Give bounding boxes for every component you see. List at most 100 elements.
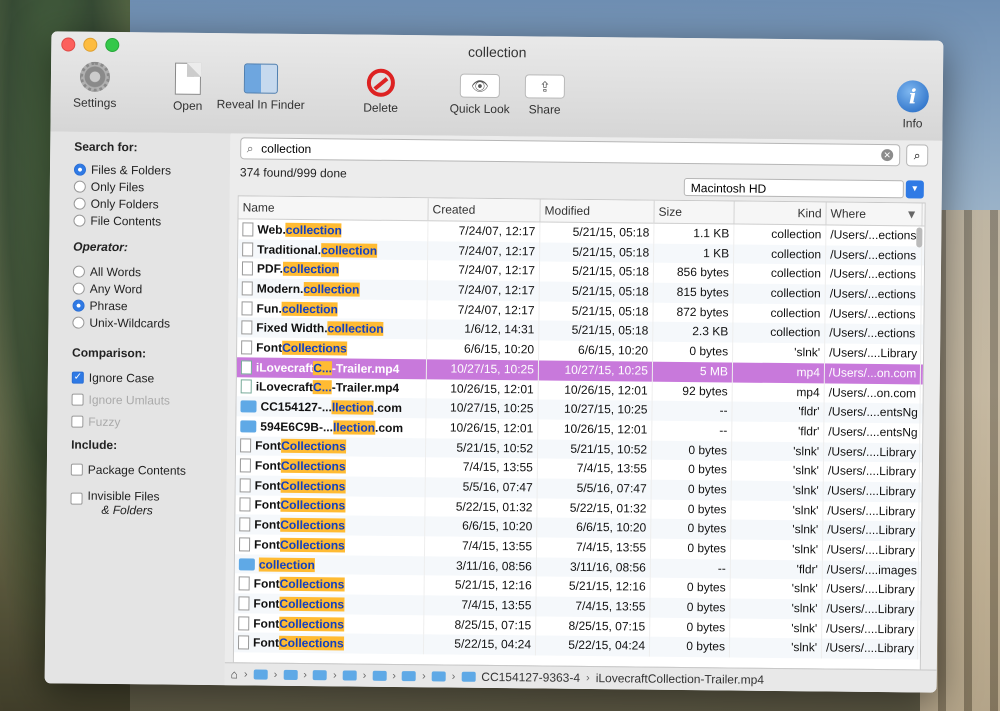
column-where[interactable]: Where ▼ — [826, 202, 923, 226]
search-icon: ⌕ — [913, 148, 921, 163]
radio-only-folders[interactable]: Only Folders — [73, 197, 171, 212]
vertical-scrollbar[interactable] — [916, 227, 923, 248]
cell-size: 0 bytes — [650, 597, 731, 619]
radio-icon — [73, 180, 86, 193]
results-table: Name Created Modified Size Kind Where ▼ … — [232, 195, 926, 671]
cell-created: 8/25/15, 07:15 — [424, 615, 537, 636]
cell-modified: 10/26/15, 12:01 — [538, 379, 653, 401]
cell-modified: 5/21/15, 05:18 — [539, 261, 655, 283]
cell-modified: 6/6/15, 10:20 — [537, 517, 652, 539]
sort-down-icon: ▼ — [905, 207, 918, 222]
folder-icon[interactable] — [312, 670, 328, 681]
column-name[interactable]: Name — [238, 196, 429, 221]
cell-name: collection — [234, 553, 425, 576]
cell-created: 7/24/07, 12:17 — [428, 240, 541, 262]
home-icon[interactable]: ⌂ — [231, 667, 238, 681]
folder-icon[interactable] — [401, 671, 417, 682]
quick-look-button[interactable]: 👁 Quick Look — [445, 73, 515, 116]
radio-any-word[interactable]: Any Word — [72, 282, 171, 297]
cell-modified: 5/21/15, 12:16 — [536, 576, 651, 598]
cell-name: iLovecraftC...-Trailer.mp4 — [236, 357, 428, 379]
folder-icon[interactable] — [283, 669, 298, 680]
search-input[interactable] — [259, 140, 882, 164]
finder-icon — [243, 63, 279, 94]
folder-icon[interactable] — [372, 670, 387, 681]
share-icon: ⇪ — [524, 74, 566, 99]
document-icon — [239, 497, 251, 512]
cell-modified: 5/21/15, 05:18 — [539, 320, 654, 342]
column-created[interactable]: Created — [428, 198, 541, 222]
radio-only-files[interactable]: Only Files — [73, 180, 171, 195]
folder-icon — [461, 671, 476, 682]
cell-created: 5/22/15, 01:32 — [425, 496, 538, 518]
file-name: 594E6C9B-...llection.com — [260, 419, 404, 435]
radio-unix-wildcards[interactable]: Unix-Wildcards — [72, 316, 170, 331]
checkbox-ignore-umlauts[interactable]: Ignore Umlauts — [71, 393, 170, 408]
operator-heading: Operator: — [73, 239, 128, 255]
document-icon — [241, 281, 253, 296]
cell-modified: 3/11/16, 08:56 — [536, 557, 651, 579]
cell-kind: 'fldr' — [732, 421, 825, 443]
cell-size: 815 bytes — [653, 282, 734, 304]
cell-where: /Users/....entsNg — [824, 402, 921, 424]
document-icon — [239, 537, 251, 552]
path-folder-name[interactable]: CC154127-9363-4 — [481, 670, 580, 685]
cell-size: 856 bytes — [653, 263, 735, 284]
cell-created: 10/27/15, 10:25 — [426, 398, 539, 420]
folder-icon[interactable] — [253, 669, 268, 680]
document-icon — [241, 340, 253, 355]
radio-files-folders[interactable]: Files & Folders — [73, 163, 171, 178]
folder-icon[interactable] — [431, 671, 446, 682]
path-file-name[interactable]: iLovecraftCollection-Trailer.mp4 — [596, 671, 764, 687]
column-modified[interactable]: Modified — [540, 199, 655, 223]
delete-button[interactable]: Delete — [351, 68, 411, 115]
radio-all-words[interactable]: All Words — [72, 265, 171, 280]
search-field[interactable]: ⌕ ✕ — [240, 137, 901, 167]
match-highlight: collection — [282, 262, 340, 277]
cell-modified: 5/21/15, 05:18 — [540, 242, 655, 264]
folder-icon[interactable] — [342, 670, 357, 681]
cell-where: /Users/....Library — [822, 540, 920, 562]
radio-icon — [72, 282, 85, 295]
gear-icon — [79, 61, 111, 92]
reveal-in-finder-button[interactable]: Reveal In Finder — [211, 63, 311, 112]
table-body: Web.collection 7/24/07, 12:17 5/21/15, 05:… — [233, 219, 925, 660]
cell-where: /Users/...ections — [826, 245, 923, 266]
clear-search-icon[interactable]: ✕ — [881, 149, 894, 162]
search-button[interactable]: ⌕ — [906, 144, 929, 167]
chevron-down-icon[interactable]: ▾ — [905, 180, 924, 199]
checkbox-ignore-case[interactable]: ✓ Ignore Case — [71, 371, 171, 386]
window-title: collection — [467, 43, 527, 61]
checkbox-invisible-files[interactable]: Invisible Files & Folders — [70, 489, 185, 518]
cell-size: 0 bytes — [651, 440, 733, 461]
radio-file-contents[interactable]: File Contents — [73, 214, 170, 229]
cell-size: 0 bytes — [651, 479, 732, 501]
info-button[interactable]: i Info — [890, 80, 935, 130]
operator-options: All Words Any Word Phrase Unix-Wildcards — [72, 262, 170, 334]
volume-select[interactable]: Macintosh HD — [683, 177, 904, 199]
settings-button[interactable]: Settings — [65, 61, 125, 110]
match-highlight: llection — [332, 420, 376, 435]
checkbox-fuzzy[interactable]: Fuzzy — [71, 415, 170, 430]
search-for-section: Search for: — [74, 140, 138, 155]
cell-kind: collection — [733, 322, 826, 344]
cell-modified: 7/4/15, 13:55 — [536, 537, 652, 559]
cell-size: -- — [652, 420, 733, 442]
open-button[interactable]: Open — [163, 62, 214, 114]
eye-icon: 👁 — [459, 73, 501, 99]
cell-created: 7/24/07, 12:17 — [427, 300, 540, 321]
cell-created: 5/22/15, 04:24 — [423, 634, 537, 656]
radio-phrase[interactable]: Phrase — [72, 299, 170, 314]
column-kind[interactable]: Kind — [734, 201, 827, 225]
column-size[interactable]: Size — [654, 200, 735, 224]
match-highlight: collection — [258, 557, 315, 572]
document-icon — [238, 596, 250, 611]
cell-name: CC154127-...llection.com — [236, 396, 427, 419]
checkbox-package-contents[interactable]: Package Contents — [70, 463, 186, 478]
cell-where: /Users/....Library — [823, 442, 921, 463]
checkbox-icon — [71, 393, 84, 406]
share-button[interactable]: ⇪ Share — [521, 74, 569, 117]
cell-where: /Users/...ections — [826, 225, 923, 247]
chevron-right-icon: › — [421, 670, 426, 683]
radio-icon — [73, 214, 86, 227]
